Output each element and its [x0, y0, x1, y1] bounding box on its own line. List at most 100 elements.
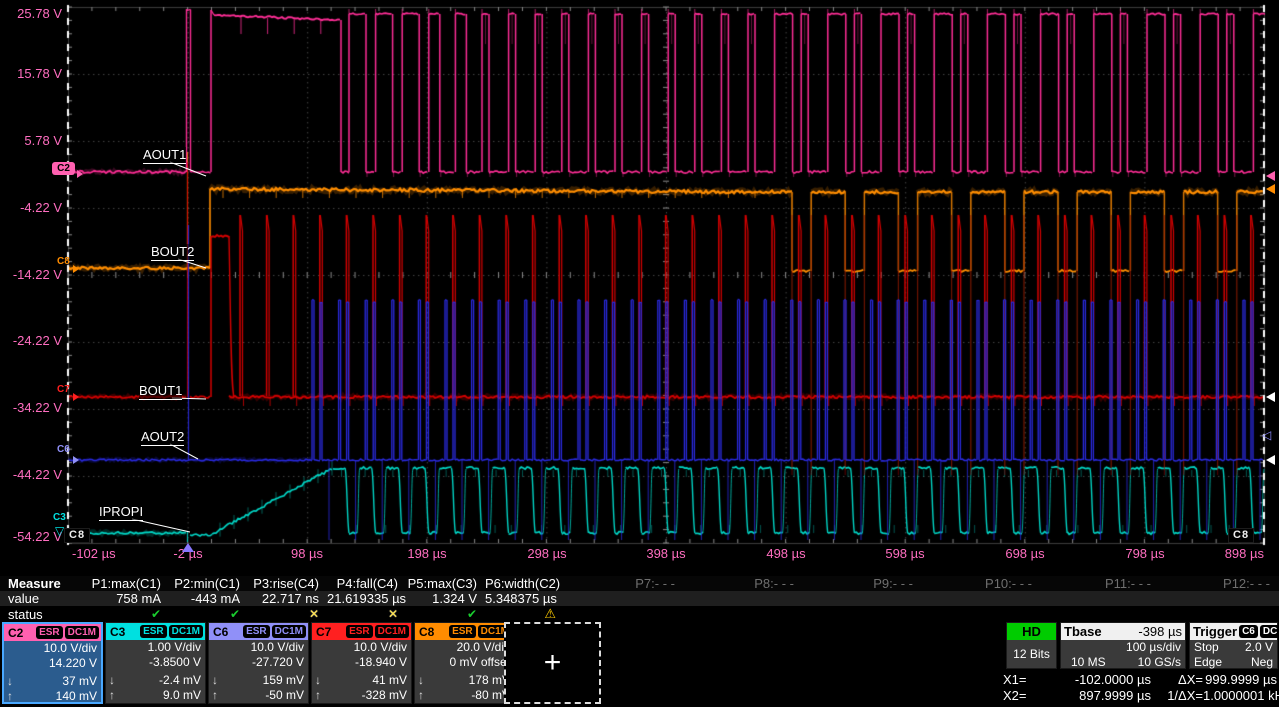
t-axis-label: 898 µs — [1225, 546, 1264, 561]
channel-descriptor-c6[interactable]: C6 ESR DC1M 10.0 V/div -27.720 V ↓159 mV… — [208, 622, 309, 704]
channel-marker-c3-arrow: ▽ — [55, 525, 64, 537]
min-arrow-icon: ↓ — [109, 673, 115, 688]
measure-title: Measure — [0, 576, 90, 591]
measure-header-p6[interactable]: P6:width(C2) — [485, 576, 564, 591]
v-axis-label: -44.22 V — [0, 468, 62, 482]
t-axis-label: -102 µs — [72, 546, 116, 561]
v-axis-label: 25.78 V — [0, 7, 62, 21]
measure-header-p7[interactable]: P7:- - - — [564, 576, 683, 591]
v-axis-label: 15.78 V — [0, 67, 62, 81]
channel-id: C8 — [417, 625, 434, 639]
v-axis-label: -4.22 V — [0, 201, 62, 215]
measure-header-row: Measure P1:max(C1) P2:min(C1) P3:rise(C4… — [0, 576, 1279, 591]
trigger-box[interactable]: Trigger C6 DC Stop2.0 V EdgeNeg — [1189, 622, 1278, 669]
waveform-plot[interactable] — [0, 0, 1279, 572]
coupling-badge: ESR — [449, 625, 476, 638]
measure-value-label: value — [0, 591, 90, 606]
trace-label-aout1[interactable]: AOUT1 — [143, 147, 186, 164]
tbase-offset: -398 µs — [1138, 624, 1182, 639]
measure-value-p5: 1.324 V — [406, 591, 485, 606]
measure-header-p10[interactable]: P10:- - - — [921, 576, 1040, 591]
max-arrow-icon: ↑ — [109, 688, 115, 703]
channel-min: ↓178 mV — [415, 673, 514, 688]
coupling-badge: ESR — [243, 625, 270, 638]
measure-header-p5[interactable]: P5:max(C3) — [406, 576, 485, 591]
trace-label-ipropi[interactable]: IPROPI — [99, 504, 143, 521]
channel-descriptor-c7[interactable]: C7 ESR DC1M 10.0 V/div -18.940 V ↓41 mV … — [311, 622, 412, 704]
t-axis-label: 698 µs — [1005, 546, 1044, 561]
channel-marker-c6[interactable]: C6 — [57, 444, 70, 456]
x2-value: 897.9999 µs — [1039, 688, 1151, 703]
tbase-samples: 10 MS — [1071, 655, 1106, 670]
channel-descriptor-c8[interactable]: C8 ESR DC1M 20.0 V/div 0 mV offset ↓178 … — [414, 622, 515, 704]
measure-header-p9[interactable]: P9:- - - — [802, 576, 921, 591]
measure-value-p3: 22.717 ns — [248, 591, 327, 606]
channel-marker-c8[interactable]: C8 — [57, 256, 70, 268]
status-icon-p4: ✕ — [327, 607, 406, 621]
channel-id: C6 — [211, 625, 228, 639]
measure-header-p2[interactable]: P2:min(C1) — [169, 576, 248, 591]
t-axis-label: 398 µs — [646, 546, 685, 561]
status-icon-p5: ✔ — [406, 607, 485, 621]
max-arrow-icon: ↑ — [418, 688, 424, 703]
measure-header-p8[interactable]: P8:- - - — [683, 576, 802, 591]
channel-descriptor-c3[interactable]: C3 ESR DC1M 1.00 V/div -3.8500 V ↓-2.4 m… — [105, 622, 206, 704]
tbase-scale: 100 µs/div — [1126, 640, 1181, 655]
measure-header-p3[interactable]: P3:rise(C4) — [248, 576, 327, 591]
measure-header-p11[interactable]: P11:- - - — [1040, 576, 1159, 591]
add-trace-box[interactable]: + — [504, 622, 601, 704]
channel-offset: -3.8500 V — [106, 655, 205, 670]
plus-icon: + — [544, 648, 562, 678]
channel-min: ↓159 mV — [209, 673, 308, 688]
measure-header-p1[interactable]: P1:max(C1) — [90, 576, 169, 591]
status-icon-p2: ✔ — [169, 607, 248, 621]
min-arrow-icon: ↓ — [212, 673, 218, 688]
measure-header-p12[interactable]: P12:- - - — [1159, 576, 1278, 591]
tbase-rate: 10 GS/s — [1138, 655, 1181, 670]
channel-marker-c3[interactable]: C3 — [53, 512, 66, 524]
measure-value-p1: 758 mA — [90, 591, 169, 606]
channel-marker-c8-arrow — [73, 265, 79, 273]
trace-label-aout2[interactable]: AOUT2 — [141, 429, 184, 446]
trace-label-bout2[interactable]: BOUT2 — [151, 244, 194, 261]
x1-label: X1= — [1003, 672, 1039, 687]
measure-value-p2: -443 mA — [169, 591, 248, 606]
oscilloscope-screen: 25.78 V 15.78 V 5.78 V -4.22 V -14.22 V … — [0, 0, 1279, 707]
dx-label: ΔX= — [1151, 672, 1203, 687]
channel-marker-c7[interactable]: C7 — [57, 384, 70, 396]
channel-marker-c2[interactable]: C2 — [52, 162, 75, 175]
channel-scale: 20.0 V/div — [415, 640, 514, 655]
timebase-box[interactable]: Tbase -398 µs 100 µs/div 10 MS10 GS/s — [1060, 622, 1186, 669]
x1-value: -102.0000 µs — [1039, 672, 1151, 687]
channel-offset: 14.220 V — [4, 656, 101, 671]
channel-id: C2 — [6, 626, 23, 640]
hd-label: HD — [1007, 623, 1056, 640]
channel-id: C7 — [314, 625, 331, 639]
coupling-badge: ESR — [36, 626, 63, 639]
x2-label: X2= — [1003, 688, 1039, 703]
trigger-level-marker[interactable]: ◁ — [1262, 429, 1271, 441]
trigger-type: Edge — [1194, 655, 1222, 670]
v-axis-label: -14.22 V — [0, 268, 62, 282]
trigger-level: 2.0 V — [1245, 640, 1273, 655]
channel-descriptor-c2[interactable]: C2 ESR DC1M 10.0 V/div 14.220 V ↓37 mV ↑… — [2, 622, 103, 704]
channel-id: C3 — [108, 625, 125, 639]
measure-status-label: status — [0, 607, 90, 622]
cursor-cross-marker-c7 — [1266, 392, 1275, 402]
channel-marker-c6-arrow — [73, 456, 79, 464]
hd-bits: 12 Bits — [1007, 640, 1056, 668]
trace-label-bout1[interactable]: BOUT1 — [139, 383, 182, 400]
channel-scale: 1.00 V/div — [106, 640, 205, 655]
channel-max: ↑-80 mV — [415, 688, 514, 703]
corner-trace-label-left: C8 — [64, 528, 90, 543]
trigger-time-marker[interactable] — [182, 543, 194, 552]
hd-mode-box[interactable]: HD 12 Bits — [1006, 622, 1057, 669]
measure-value-p4: 21.619335 µs — [327, 591, 406, 606]
trigger-slope: Neg — [1251, 655, 1273, 670]
channel-min: ↓37 mV — [4, 674, 101, 689]
measure-value-row: value 758 mA -443 mA 22.717 ns 21.619335… — [0, 591, 1279, 606]
trigger-coupling-badge: DC — [1260, 625, 1279, 638]
impedance-badge: DC1M — [272, 625, 306, 638]
invdx-label: 1/ΔX= — [1151, 688, 1203, 703]
measure-header-p4[interactable]: P4:fall(C4) — [327, 576, 406, 591]
